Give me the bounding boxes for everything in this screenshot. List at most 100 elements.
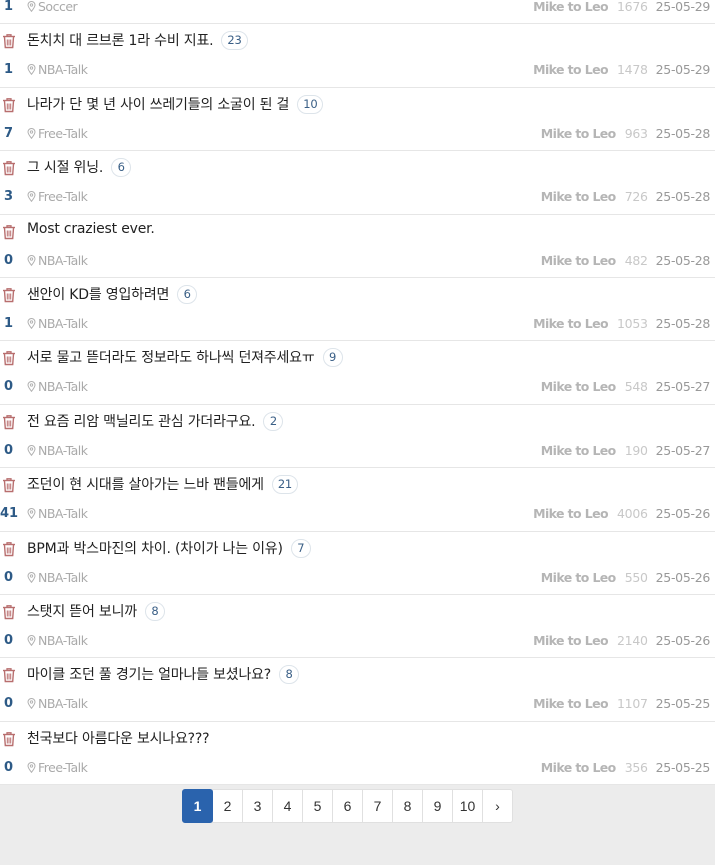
author-name[interactable]: Mike to Leo [533, 62, 608, 77]
post-row[interactable]: 전 요즘 리암 맥닐리도 관심 가더라구요. 2 0 NBA-Talk Mike to … [0, 404, 715, 469]
category-label: NBA-Talk [38, 506, 88, 522]
category-link[interactable]: NBA-Talk [27, 506, 88, 521]
vote-count: 0 [3, 442, 14, 458]
post-row[interactable]: 샌안이 KD를 영입하려면 6 1 NBA-Talk Mike to Leo 1053 25… [0, 278, 715, 342]
author-name[interactable]: Mike to Leo [533, 316, 608, 331]
page-button-6[interactable]: 6 [332, 789, 363, 823]
page-button-4[interactable]: 4 [272, 789, 303, 823]
category-link[interactable]: NBA-Talk [27, 696, 88, 711]
post-row[interactable]: 그 시절 위닝. 6 3 Free-Talk Mike to Leo 726 25-05-2… [0, 151, 715, 215]
author-name[interactable]: Mike to Leo [533, 696, 608, 711]
page-button-8[interactable]: 8 [392, 789, 423, 823]
category-link[interactable]: Free-Talk [27, 760, 88, 775]
post-title-text[interactable]: 서로 물고 뜯더라도 정보라도 하나씩 던져주세요ㅠ [27, 350, 315, 366]
category-link[interactable]: Soccer [27, 0, 78, 14]
author-name[interactable]: Mike to Leo [541, 760, 616, 775]
author-name[interactable]: Mike to Leo [533, 0, 608, 14]
trash-icon[interactable] [2, 541, 16, 557]
author-name[interactable]: Mike to Leo [541, 126, 616, 141]
post-title-text[interactable]: 전 요즘 리암 맥닐리도 관심 가더라구요. [27, 414, 256, 430]
view-count: 190 [624, 442, 648, 458]
post-title[interactable]: Most craziest ever. [27, 221, 155, 237]
post-title[interactable]: 천국보다 아름다운 보시나요??? [27, 728, 210, 748]
post-row[interactable]: Most craziest ever. 0 NBA-Talk Mike to Leo 4… [0, 214, 715, 278]
post-row[interactable]: 스탯지 뜯어 보니까 8 0 NBA-Talk Mike to Leo 2140 25-05… [0, 595, 715, 659]
post-title[interactable]: 조던이 현 시대를 살아가는 느바 팬들에게 21 [27, 474, 299, 495]
vote-count: 41 [0, 506, 19, 522]
trash-icon[interactable] [2, 160, 16, 176]
trash-icon[interactable] [2, 604, 16, 620]
post-title[interactable]: 나라가 단 몇 년 사이 쓰레기들의 소굴이 된 걸 10 [27, 94, 324, 114]
post-title[interactable]: BPM과 박스마진의 차이. (차이가 나는 이유) 7 [27, 538, 311, 558]
post-title-text[interactable]: 스탯지 뜯어 보니까 [27, 604, 137, 620]
post-title[interactable]: 돈치치 대 르브론 1라 수비 지표. 23 [27, 30, 248, 51]
post-row[interactable]: 천국보다 아름다운 보시나요??? 0 Free-Talk Mike to Leo 35… [0, 721, 715, 786]
location-pin-icon [27, 696, 38, 711]
page-button-9[interactable]: 9 [422, 789, 453, 823]
author-name[interactable]: Mike to Leo [541, 443, 616, 458]
post-row[interactable]: 나라가 단 몇 년 사이 쓰레기들의 소굴이 된 걸 10 7 Free-Talk Mi… [0, 87, 715, 152]
post-date: 25-05-28 [655, 125, 711, 141]
view-count: 1107 [617, 696, 648, 712]
post-title-text[interactable]: 샌안이 KD를 영입하려면 [27, 287, 169, 303]
post-title[interactable]: 마이클 조던 풀 경기는 얼마나들 보셨나요? 8 [27, 664, 300, 685]
author-name[interactable]: Mike to Leo [533, 633, 608, 648]
post-meta: Mike to Leo 4006 25-05-26 [533, 506, 710, 521]
category-label: NBA-Talk [38, 316, 88, 331]
category-link[interactable]: NBA-Talk [27, 570, 88, 585]
category-link[interactable]: NBA-Talk [27, 253, 88, 268]
category-link[interactable]: NBA-Talk [27, 633, 88, 648]
post-row[interactable]: 마이클 조던 풀 경기는 얼마나들 보셨나요? 8 0 NBA-Talk Mike to… [0, 658, 715, 722]
post-title-text[interactable]: 천국보다 아름다운 보시나요??? [27, 731, 210, 747]
post-row[interactable]: 서로 물고 뜯더라도 정보라도 하나씩 던져주세요ㅠ 9 0 NBA-Talk Mike… [0, 341, 715, 405]
category-label: NBA-Talk [38, 696, 88, 712]
post-title-text[interactable]: 마이클 조던 풀 경기는 얼마나들 보셨나요? [27, 667, 271, 683]
page-button-5[interactable]: 5 [302, 789, 333, 823]
post-title[interactable]: 스탯지 뜯어 보니까 8 [27, 601, 165, 621]
author-name[interactable]: Mike to Leo [541, 253, 616, 268]
post-title-text[interactable]: 조던이 현 시대를 살아가는 느바 팬들에게 [27, 477, 264, 493]
author-name[interactable]: Mike to Leo [541, 189, 616, 204]
category-link[interactable]: NBA-Talk [27, 316, 88, 331]
post-title-text[interactable]: 그 시절 위닝. [27, 160, 103, 176]
category-link[interactable]: NBA-Talk [27, 443, 88, 458]
trash-icon[interactable] [2, 33, 16, 49]
post-title-text[interactable]: BPM과 박스마진의 차이. (차이가 나는 이유) [27, 541, 283, 557]
post-title-text[interactable]: 나라가 단 몇 년 사이 쓰레기들의 소굴이 된 걸 [27, 97, 289, 113]
author-name[interactable]: Mike to Leo [541, 379, 616, 394]
post-title-text[interactable]: 돈치치 대 르브론 1라 수비 지표. [27, 33, 214, 49]
category-link[interactable]: NBA-Talk [27, 379, 88, 394]
category-link[interactable]: Free-Talk [27, 125, 88, 141]
page-button-1[interactable]: 1 [182, 789, 213, 823]
author-name[interactable]: Mike to Leo [533, 506, 608, 521]
trash-icon[interactable] [2, 667, 16, 683]
trash-icon[interactable] [2, 731, 16, 747]
post-title-text[interactable]: Most craziest ever. [27, 221, 155, 237]
post-row[interactable]: 조던이 현 시대를 살아가는 느바 팬들에게 21 41 NBA-Talk Mike t… [0, 468, 715, 532]
trash-icon[interactable] [2, 477, 16, 493]
trash-icon[interactable] [2, 350, 16, 366]
location-pin-icon [27, 443, 38, 458]
trash-icon[interactable] [2, 414, 16, 430]
trash-icon[interactable] [2, 224, 16, 240]
page-button-2[interactable]: 2 [212, 789, 243, 823]
trash-icon[interactable] [2, 287, 16, 303]
trash-icon[interactable] [2, 97, 16, 113]
post-title[interactable]: 전 요즘 리암 맥닐리도 관심 가더라구요. 2 [27, 411, 284, 431]
chevron-right-icon[interactable]: › [482, 789, 513, 823]
page-button-3[interactable]: 3 [242, 789, 273, 823]
category-link[interactable]: Free-Talk [27, 189, 88, 204]
vote-count: 3 [3, 189, 14, 205]
post-title[interactable]: 서로 물고 뜯더라도 정보라도 하나씩 던져주세요ㅠ 9 [27, 347, 343, 368]
page-button-10[interactable]: 10 [452, 789, 483, 823]
post-title[interactable]: 샌안이 KD를 영입하려면 6 [27, 284, 198, 304]
post-row[interactable]: 돈치치 대 르브론 1라 수비 지표. 23 1 NBA-Talk Mike to Le… [0, 24, 715, 88]
category-link[interactable]: NBA-Talk [27, 62, 88, 77]
post-row[interactable]: BPM과 박스마진의 차이. (차이가 나는 이유) 7 0 NBA-Talk Mike… [0, 531, 715, 595]
page-button-7[interactable]: 7 [362, 789, 393, 823]
post-date: 25-05-28 [655, 316, 711, 331]
category-label: Free-Talk [38, 125, 88, 141]
post-title[interactable]: 그 시절 위닝. 6 [27, 157, 132, 178]
author-name[interactable]: Mike to Leo [541, 570, 616, 585]
post-row[interactable]: 1 Soccer Mike to Leo 1676 25-05-29 [0, 0, 715, 25]
